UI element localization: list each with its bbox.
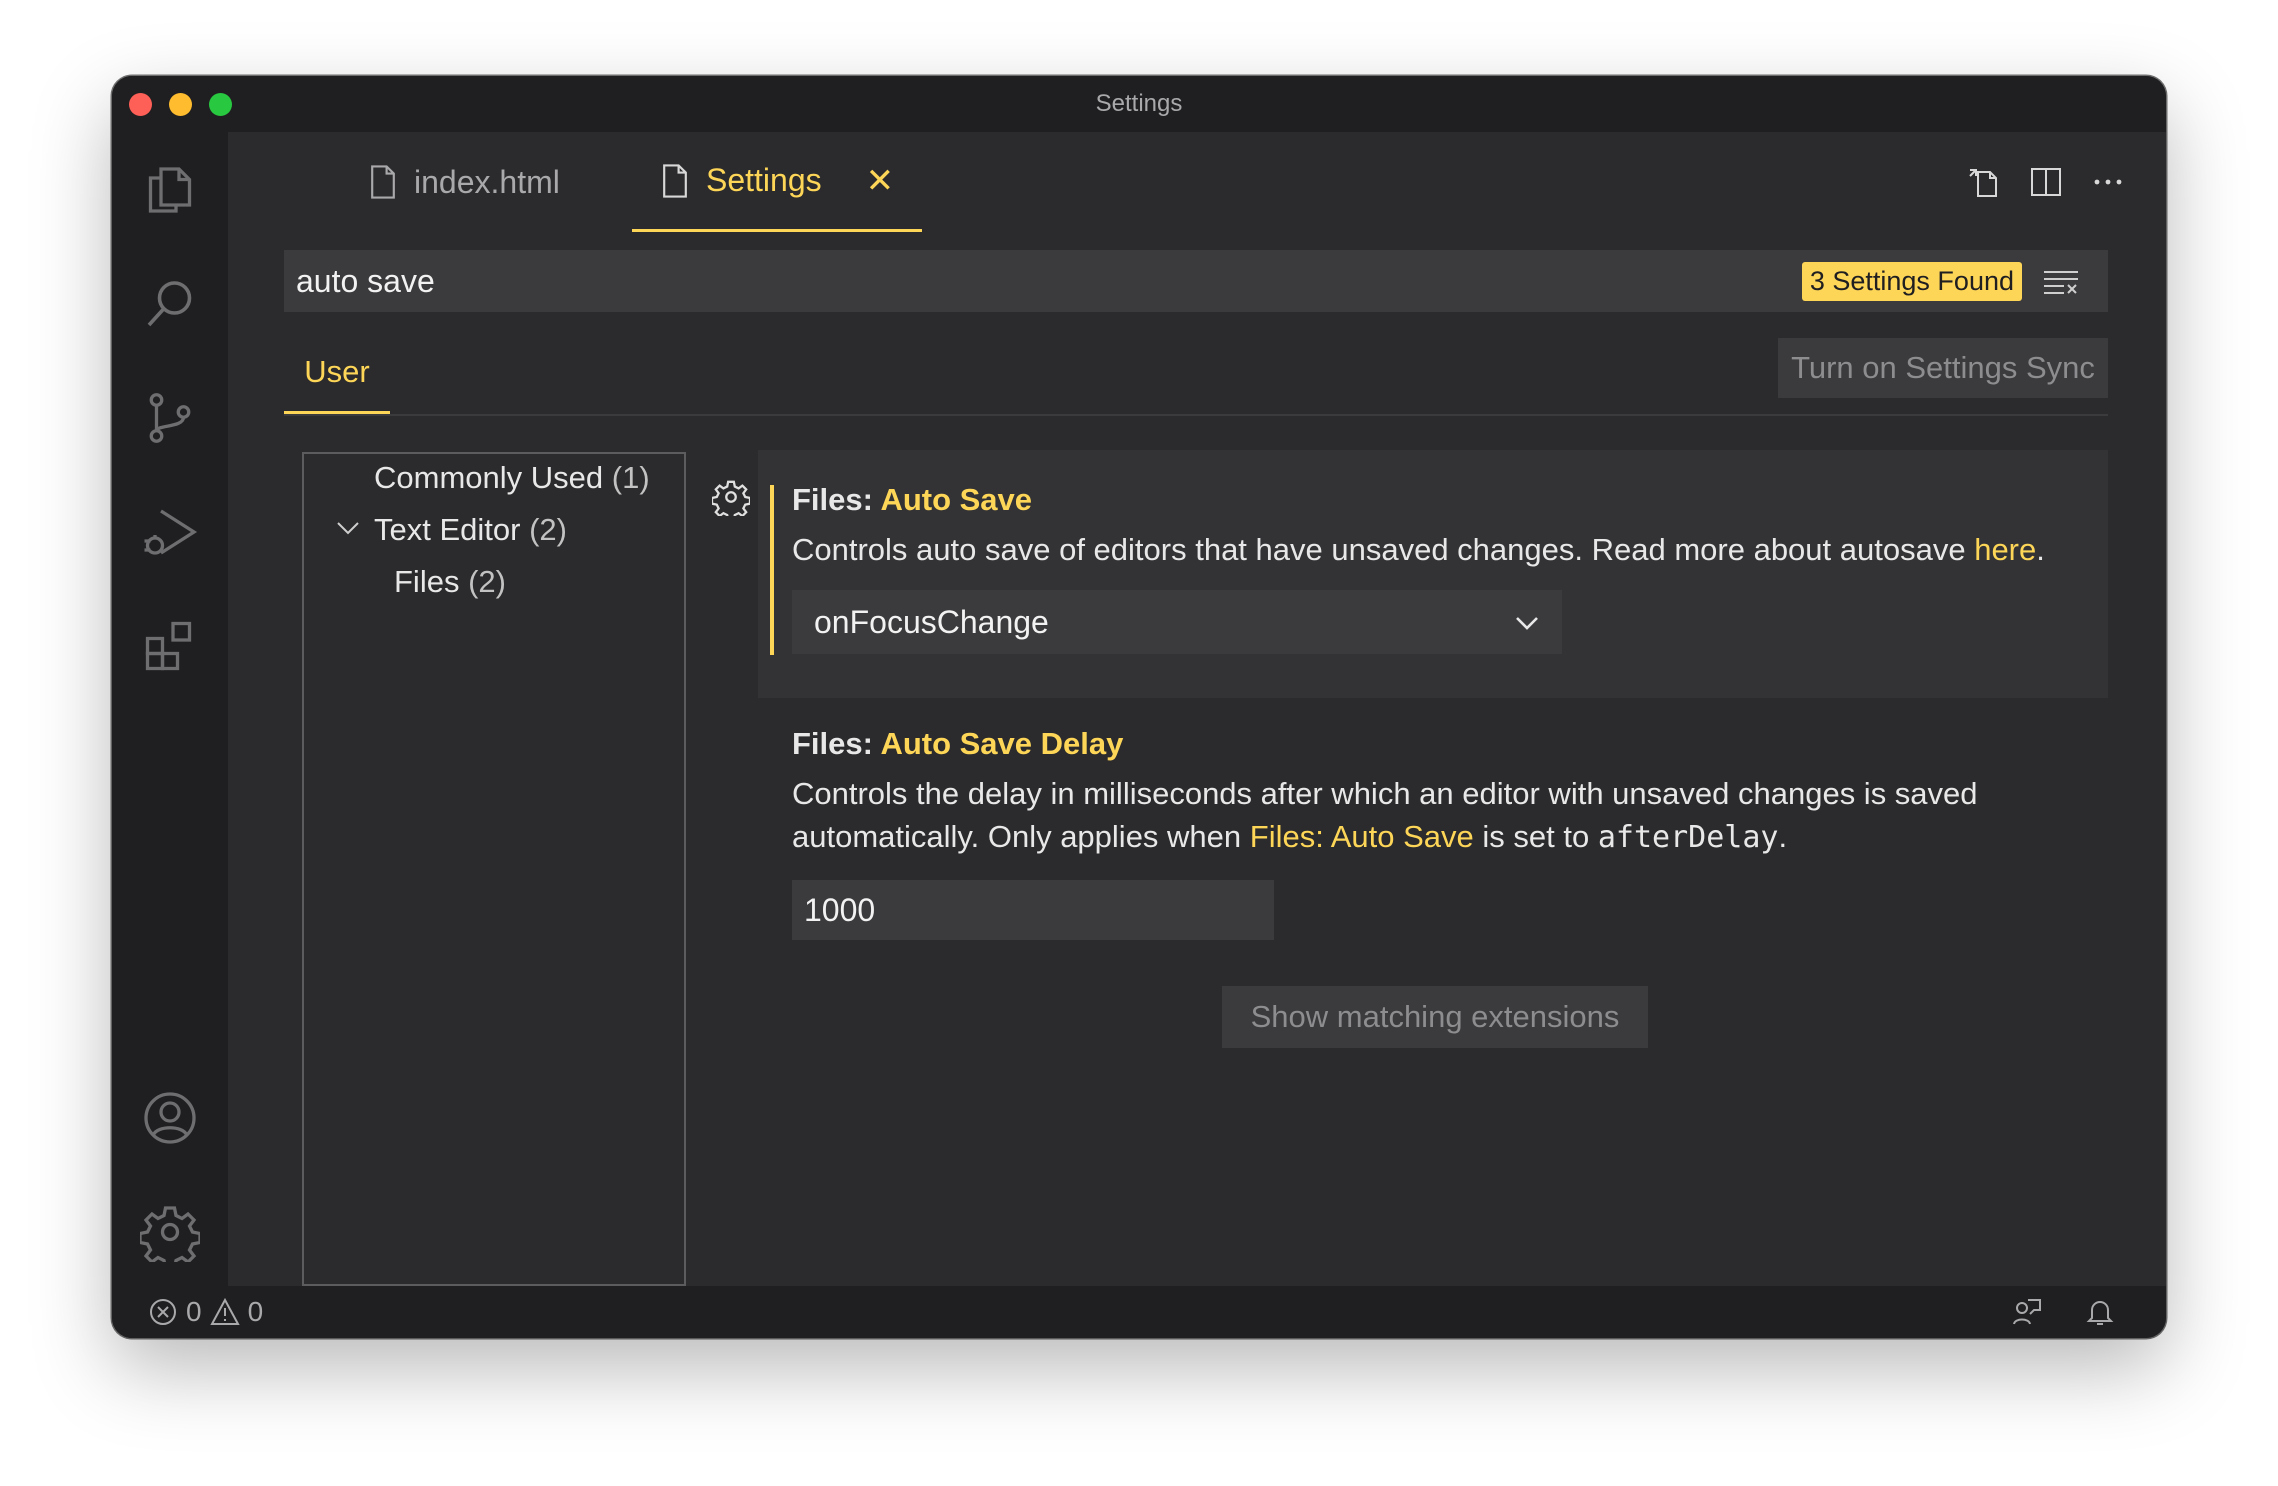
error-count: 0	[186, 1296, 202, 1327]
toc-item-commonly-used[interactable]: Commonly Used (1)	[374, 460, 650, 496]
description-line-2: automatically. Only applies when Files: …	[792, 815, 1978, 859]
more-actions-icon[interactable]	[2090, 164, 2126, 200]
focused-setting-indicator	[770, 485, 774, 655]
chevron-down-icon[interactable]	[334, 514, 362, 542]
autosave-docs-link[interactable]: here	[1974, 532, 2036, 567]
status-bar: 0 0	[112, 1286, 2166, 1338]
setting-gear-icon[interactable]	[712, 478, 750, 516]
setting-name: Auto Save Delay	[880, 726, 1124, 761]
description-text: Controls auto save of editors that have …	[792, 532, 1975, 567]
close-tab-icon[interactable]: ✕	[866, 161, 895, 201]
description-text: automatically. Only applies when	[792, 819, 1250, 854]
toc-item-label: Commonly Used	[374, 460, 604, 495]
setting-description-auto-save-delay: Controls the delay in milliseconds after…	[792, 772, 1978, 859]
tab-label: Settings	[706, 162, 822, 198]
explorer-icon[interactable]	[136, 156, 204, 224]
scope-divider	[284, 414, 2108, 416]
setting-category: Files:	[792, 482, 881, 517]
auto-save-select[interactable]: onFocusChange	[792, 590, 1562, 654]
source-control-icon[interactable]	[136, 384, 204, 452]
auto-save-setting-link[interactable]: Files: Auto Save	[1250, 819, 1474, 854]
toc-item-count: (2)	[468, 564, 506, 599]
problems-indicator[interactable]: 0 0	[148, 1296, 263, 1328]
feedback-icon[interactable]	[2010, 1296, 2042, 1328]
settings-table-of-contents: Commonly Used (1) Text Editor (2) Files …	[302, 452, 686, 1286]
search-icon[interactable]	[136, 270, 204, 338]
toc-item-label: Text Editor	[374, 512, 521, 547]
clear-filter-icon[interactable]	[2042, 266, 2080, 296]
file-icon	[663, 163, 687, 198]
toc-item-files[interactable]: Files (2)	[394, 564, 506, 600]
manage-gear-icon[interactable]	[136, 1198, 204, 1266]
setting-name: Auto Save	[880, 482, 1033, 517]
toc-item-text-editor[interactable]: Text Editor (2)	[374, 512, 567, 548]
maximize-window-button[interactable]	[209, 93, 232, 116]
description-text: is set to	[1473, 819, 1598, 854]
setting-description-auto-save: Controls auto save of editors that have …	[792, 528, 2045, 571]
minimize-window-button[interactable]	[169, 93, 192, 116]
description-end: .	[1778, 819, 1788, 854]
setting-category: Files:	[792, 726, 881, 761]
extensions-icon[interactable]	[136, 612, 204, 680]
show-matching-extensions-button[interactable]: Show matching extensions	[1222, 986, 1648, 1048]
toc-item-count: (1)	[611, 460, 650, 495]
auto-save-selected-value: onFocusChange	[814, 603, 1049, 640]
run-debug-icon[interactable]	[136, 498, 204, 566]
title-bar: Settings	[112, 76, 2166, 132]
open-settings-json-icon[interactable]	[1966, 164, 2002, 200]
tab-index-html[interactable]: index.html	[368, 132, 560, 232]
settings-sync-button[interactable]: Turn on Settings Sync	[1778, 338, 2108, 398]
warning-count: 0	[247, 1296, 264, 1327]
notifications-bell-icon[interactable]	[2084, 1296, 2116, 1328]
close-window-button[interactable]	[129, 93, 152, 116]
description-line-1: Controls the delay in milliseconds after…	[792, 776, 1978, 811]
status-right-items	[2010, 1296, 2116, 1328]
editor-tabs: index.html Settings ✕	[228, 132, 2166, 232]
error-icon	[150, 1299, 176, 1325]
setting-title-auto-save: Files: Auto Save	[792, 482, 1032, 518]
tab-label: index.html	[414, 163, 560, 200]
chevron-down-icon	[1516, 617, 1538, 630]
account-icon[interactable]	[136, 1084, 204, 1152]
warning-icon	[209, 1297, 240, 1325]
code-value: afterDelay	[1597, 820, 1779, 855]
toc-item-label: Files	[394, 564, 460, 599]
results-count-badge: 3 Settings Found	[1801, 261, 2022, 301]
setting-title-auto-save-delay: Files: Auto Save Delay	[792, 726, 1123, 762]
activity-bar	[112, 132, 228, 1286]
tab-settings[interactable]: Settings ✕	[632, 132, 923, 232]
auto-save-delay-input[interactable]: 1000	[792, 880, 1274, 940]
settings-search-bar: 3 Settings Found	[284, 250, 2108, 312]
description-end: .	[2036, 532, 2045, 567]
scope-tab-user[interactable]: User	[284, 350, 390, 414]
auto-save-delay-value: 1000	[804, 891, 876, 928]
toc-item-count: (2)	[529, 512, 567, 547]
file-icon	[371, 165, 395, 199]
settings-search-input[interactable]	[284, 262, 1802, 300]
split-editor-icon[interactable]	[2028, 164, 2064, 200]
editor-actions	[1966, 164, 2126, 200]
window-title: Settings	[1095, 90, 1183, 117]
